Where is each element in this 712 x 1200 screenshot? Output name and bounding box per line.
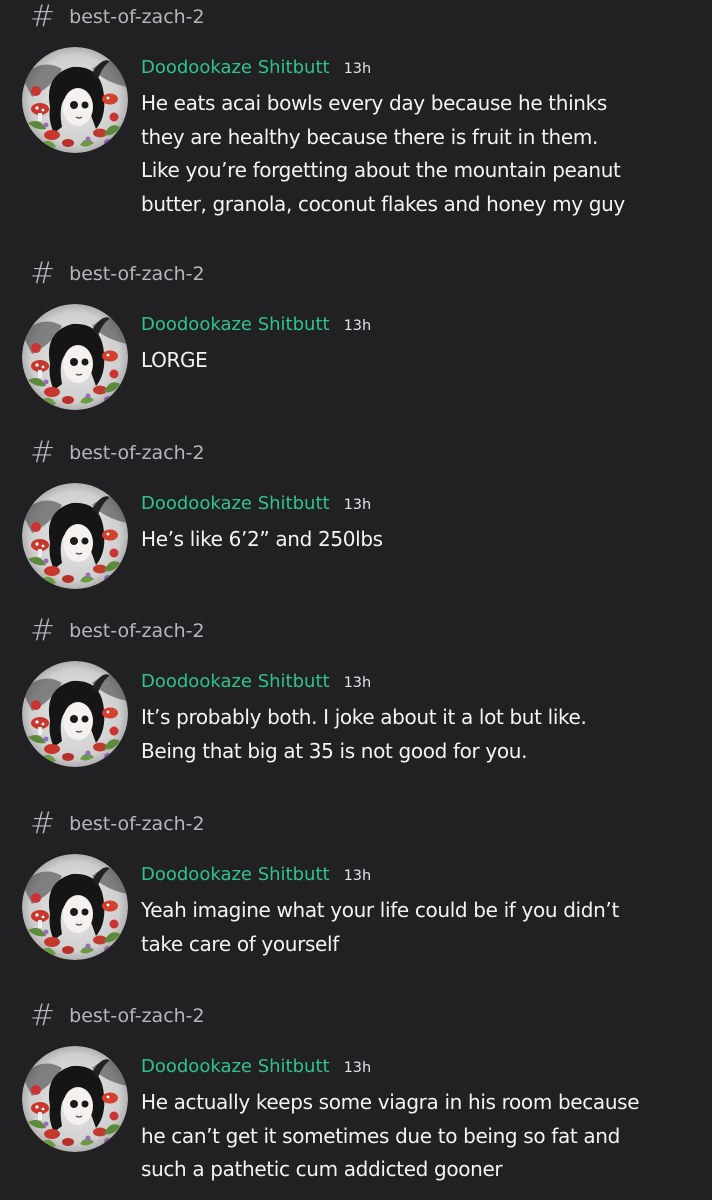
message-text: He eats acai bowls every day because he …	[141, 91, 625, 216]
message-timestamp: 13h	[343, 61, 372, 77]
channel-hash-icon: #	[30, 435, 56, 470]
channel-name: best-of-zach-2	[69, 1005, 205, 1027]
message-header: Doodookaze Shitbutt 13h	[141, 57, 371, 78]
channel-name: best-of-zach-2	[69, 263, 205, 285]
avatar[interactable]	[22, 854, 128, 960]
message-text: He actually keeps some viagra in his roo…	[141, 1090, 640, 1181]
channel-hash-icon: #	[30, 998, 56, 1033]
avatar[interactable]	[22, 661, 128, 767]
channel-link[interactable]: # best-of-zach-2	[30, 257, 205, 291]
message-timestamp: 13h	[343, 868, 372, 884]
channel-link[interactable]: # best-of-zach-2	[30, 436, 205, 470]
message-header: Doodookaze Shitbutt 13h	[141, 671, 371, 692]
channel-name: best-of-zach-2	[69, 442, 205, 464]
channel-name: best-of-zach-2	[69, 6, 205, 28]
author-name[interactable]: Doodookaze Shitbutt	[141, 57, 330, 78]
message-timestamp: 13h	[343, 1060, 372, 1076]
channel-hash-icon: #	[30, 256, 56, 291]
channel-hash-icon: #	[30, 806, 56, 841]
channel-name: best-of-zach-2	[69, 813, 205, 835]
author-name[interactable]: Doodookaze Shitbutt	[141, 671, 330, 692]
author-name[interactable]: Doodookaze Shitbutt	[141, 314, 330, 335]
message-timestamp: 13h	[343, 318, 372, 334]
message-header: Doodookaze Shitbutt 13h	[141, 493, 371, 514]
channel-link[interactable]: # best-of-zach-2	[30, 999, 205, 1033]
avatar[interactable]	[22, 483, 128, 589]
message-header: Doodookaze Shitbutt 13h	[141, 314, 371, 335]
message-timestamp: 13h	[343, 675, 372, 691]
message-timestamp: 13h	[343, 497, 372, 513]
message-text: It’s probably both. I joke about it a lo…	[141, 705, 587, 763]
message-header: Doodookaze Shitbutt 13h	[141, 1056, 371, 1077]
channel-link[interactable]: # best-of-zach-2	[30, 807, 205, 841]
channel-link[interactable]: # best-of-zach-2	[30, 0, 205, 34]
message-text: LORGE	[141, 348, 208, 372]
author-name[interactable]: Doodookaze Shitbutt	[141, 1056, 330, 1077]
avatar[interactable]	[22, 1046, 128, 1152]
author-name[interactable]: Doodookaze Shitbutt	[141, 864, 330, 885]
channel-link[interactable]: # best-of-zach-2	[30, 614, 205, 648]
author-name[interactable]: Doodookaze Shitbutt	[141, 493, 330, 514]
channel-hash-icon: #	[30, 0, 56, 34]
channel-hash-icon: #	[30, 613, 56, 648]
avatar[interactable]	[22, 47, 128, 153]
message-text: He’s like 6’2” and 250lbs	[141, 527, 383, 551]
message-text: Yeah imagine what your life could be if …	[141, 898, 619, 956]
channel-name: best-of-zach-2	[69, 620, 205, 642]
message-header: Doodookaze Shitbutt 13h	[141, 864, 371, 885]
avatar[interactable]	[22, 304, 128, 410]
